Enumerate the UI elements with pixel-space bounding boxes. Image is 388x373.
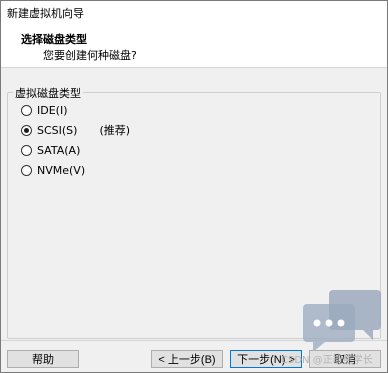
watermark-text: CSDN @正能量学长 — [281, 355, 373, 366]
page-subtitle: 您要创建何种磁盘? — [43, 49, 137, 62]
radio-label-sata: SATA(A) — [37, 143, 81, 157]
radio-label-ide: IDE(I) — [37, 103, 68, 117]
window-title: 新建虚拟机向导 — [7, 7, 84, 20]
back-button[interactable]: < 上一步(B) — [151, 350, 223, 368]
wizard-header: 选择磁盘类型 您要创建何种磁盘? — [1, 23, 387, 68]
radio-label-nvme: NVMe(V) — [37, 163, 86, 177]
title-bar: 新建虚拟机向导 — [1, 1, 387, 23]
radio-label-scsi: SCSI(S) — [37, 123, 78, 137]
radio-button-scsi[interactable] — [21, 124, 32, 136]
radio-button-ide[interactable] — [21, 104, 32, 116]
radio-option-nvme[interactable]: NVMe(V) — [21, 162, 85, 178]
radio-option-ide[interactable]: IDE(I) — [21, 102, 68, 118]
radio-button-nvme[interactable] — [21, 164, 32, 176]
wizard-window: 新建虚拟机向导 选择磁盘类型 您要创建何种磁盘? 虚拟磁盘类型 IDE(I) S… — [0, 0, 388, 373]
page-title: 选择磁盘类型 — [21, 33, 87, 46]
radio-option-scsi[interactable]: SCSI(S) (推荐) — [21, 122, 130, 138]
radio-option-sata[interactable]: SATA(A) — [21, 142, 80, 158]
radio-button-sata[interactable] — [21, 144, 32, 156]
disk-type-group-legend: 虚拟磁盘类型 — [13, 85, 83, 101]
help-button[interactable]: 帮助 — [7, 350, 79, 368]
recommended-note: (推荐) — [99, 124, 131, 137]
